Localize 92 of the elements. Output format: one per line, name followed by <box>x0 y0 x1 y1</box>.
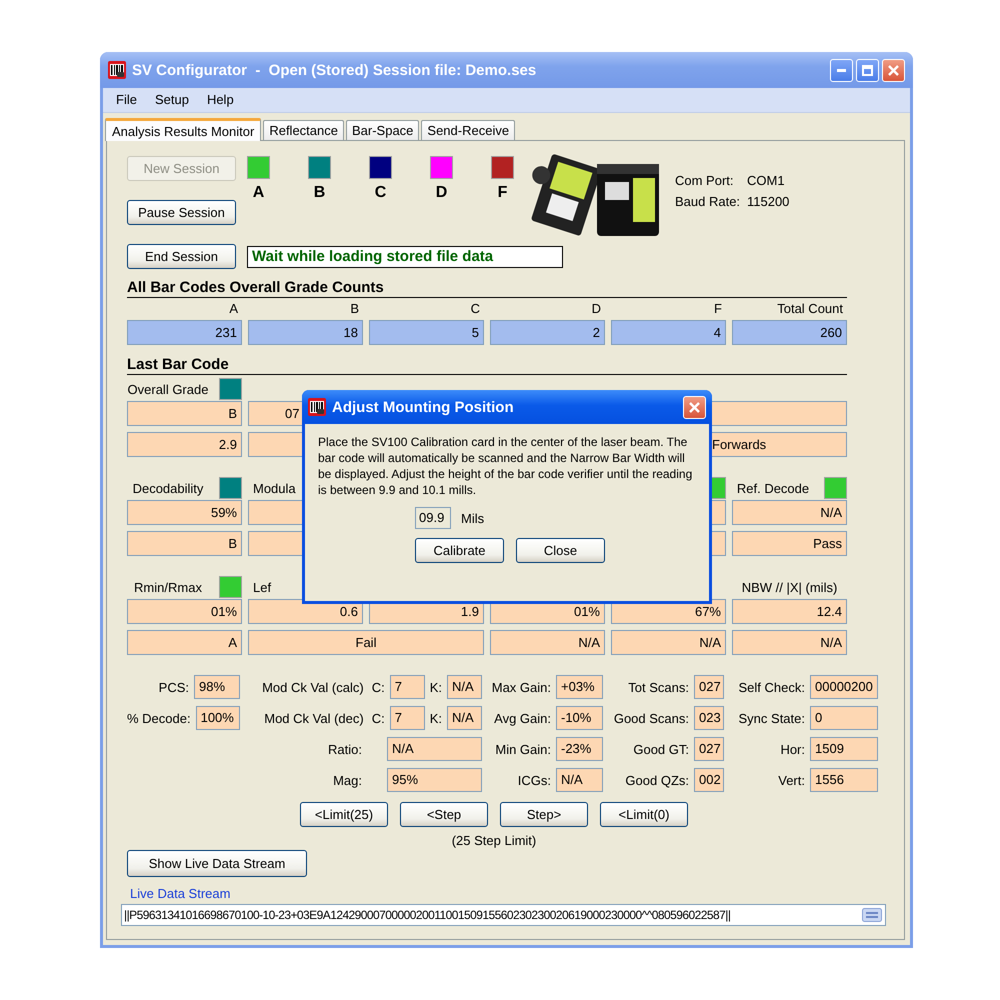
value-field: 00000200 <box>810 675 878 699</box>
field-label: Mod Ck Val (calc) <box>262 680 364 694</box>
unit-label: Mils <box>461 510 484 526</box>
value-field: 7 <box>390 675 425 699</box>
field-label: K: <box>430 710 442 726</box>
grade-letter: C <box>374 184 386 202</box>
column-label: Total Count <box>776 301 844 316</box>
field-label: Com Port: <box>675 173 735 188</box>
value-field: N/A <box>447 706 482 730</box>
value-field: B <box>127 531 242 556</box>
section-heading: Last Bar Code <box>127 356 229 373</box>
step-note: (25 Step Limit) <box>452 833 538 848</box>
column-label: B <box>349 301 360 316</box>
value-field: N/A <box>732 630 847 655</box>
value-field: -23% <box>556 737 603 761</box>
field-label: Baud Rate: <box>675 194 742 209</box>
field-label: Avg Gain: <box>494 710 551 726</box>
value-field: 7 <box>390 706 425 730</box>
value-field: +03% <box>556 675 603 699</box>
field-label: Tot Scans: <box>628 680 689 694</box>
section-heading: All Bar Codes Overall Grade Counts <box>127 279 384 296</box>
grade-letter: A <box>252 184 264 202</box>
field-label: Good GT: <box>633 742 689 756</box>
field-label: PCS: <box>158 680 189 694</box>
value-field: B <box>127 401 242 426</box>
value-field: 027 <box>694 675 724 699</box>
field-label: ICGs: <box>518 772 551 788</box>
field-label: % Decode: <box>127 710 191 726</box>
grade-letter: D <box>436 184 448 202</box>
status-message: Wait while loading stored file data <box>247 246 563 268</box>
count-field: 4 <box>611 320 726 345</box>
count-field: 260 <box>732 320 847 345</box>
column-label: C <box>470 301 481 316</box>
dialog-title: Adjust Mounting Position <box>332 398 515 416</box>
field-label: Good QZs: <box>625 772 689 788</box>
value-field: 95% <box>387 768 482 792</box>
field-label: Decodability <box>132 480 204 496</box>
field-label: C: <box>372 710 385 726</box>
field-label: Good Scans: <box>614 710 689 726</box>
value-field: -10% <box>556 706 603 730</box>
field-label: Rmin/Rmax <box>133 580 203 594</box>
value-field: 002 <box>694 768 724 792</box>
value-field: 12.4 <box>732 599 847 624</box>
value-field: N/A <box>490 630 605 655</box>
grade-letter: B <box>314 184 326 202</box>
field-value: COM1 <box>747 173 785 188</box>
value-field: N/A <box>611 630 726 655</box>
field-label: Mod Ck Val (dec) <box>264 710 364 726</box>
column-label: A <box>228 301 239 316</box>
value-field: 98% <box>194 675 240 699</box>
column-label: F <box>713 301 723 316</box>
field-label: Max Gain: <box>492 680 551 694</box>
field-label: Ref. Decode <box>736 480 810 496</box>
column-label: D <box>590 301 602 316</box>
grade-letter: F <box>498 184 508 202</box>
field-label: Overall Grade <box>127 382 209 396</box>
value-field: Fail <box>248 630 484 655</box>
value-field: N/A <box>447 675 482 699</box>
value-field: N/A <box>387 737 482 761</box>
field-label: Min Gain: <box>495 742 551 756</box>
value-field: 1509 <box>810 737 878 761</box>
field-label: Mag: <box>333 772 362 788</box>
field-label: Vert: <box>778 772 805 788</box>
group-label: Live Data Stream <box>130 886 230 901</box>
reading-field: 09.9 <box>415 507 451 529</box>
field-label: Self Check: <box>738 680 805 694</box>
value-field: 01% <box>127 599 242 624</box>
field-label: Ratio: <box>328 742 362 756</box>
value-field: N/A <box>556 768 603 792</box>
field-label: Hor: <box>780 742 805 756</box>
count-field: 231 <box>127 320 242 345</box>
field-label: NBW // |X| (mils) <box>740 580 838 594</box>
value-field: A <box>127 630 242 655</box>
count-field: 18 <box>248 320 363 345</box>
field-label: Modula <box>253 480 296 496</box>
field-label: Lef <box>253 580 272 594</box>
window-title: SV Configurator - Open (Stored) Session file: Demo.ses <box>132 62 538 78</box>
field-label: K: <box>430 680 442 694</box>
count-field: 5 <box>369 320 484 345</box>
count-field: 2 <box>490 320 605 345</box>
field-label: C: <box>372 680 385 694</box>
value-field: 023 <box>694 706 724 730</box>
value-field: 1556 <box>810 768 878 792</box>
value-field: 59% <box>127 500 242 525</box>
value-field: 2.9 <box>127 432 242 457</box>
field-label: Sync State: <box>738 710 805 726</box>
value-field: Pass <box>732 531 847 556</box>
value-field: 027 <box>694 737 724 761</box>
value-field: 0 <box>810 706 878 730</box>
field-value: 115200 <box>747 194 790 209</box>
value-field: N/A <box>732 500 847 525</box>
value-field: 100% <box>196 706 240 730</box>
